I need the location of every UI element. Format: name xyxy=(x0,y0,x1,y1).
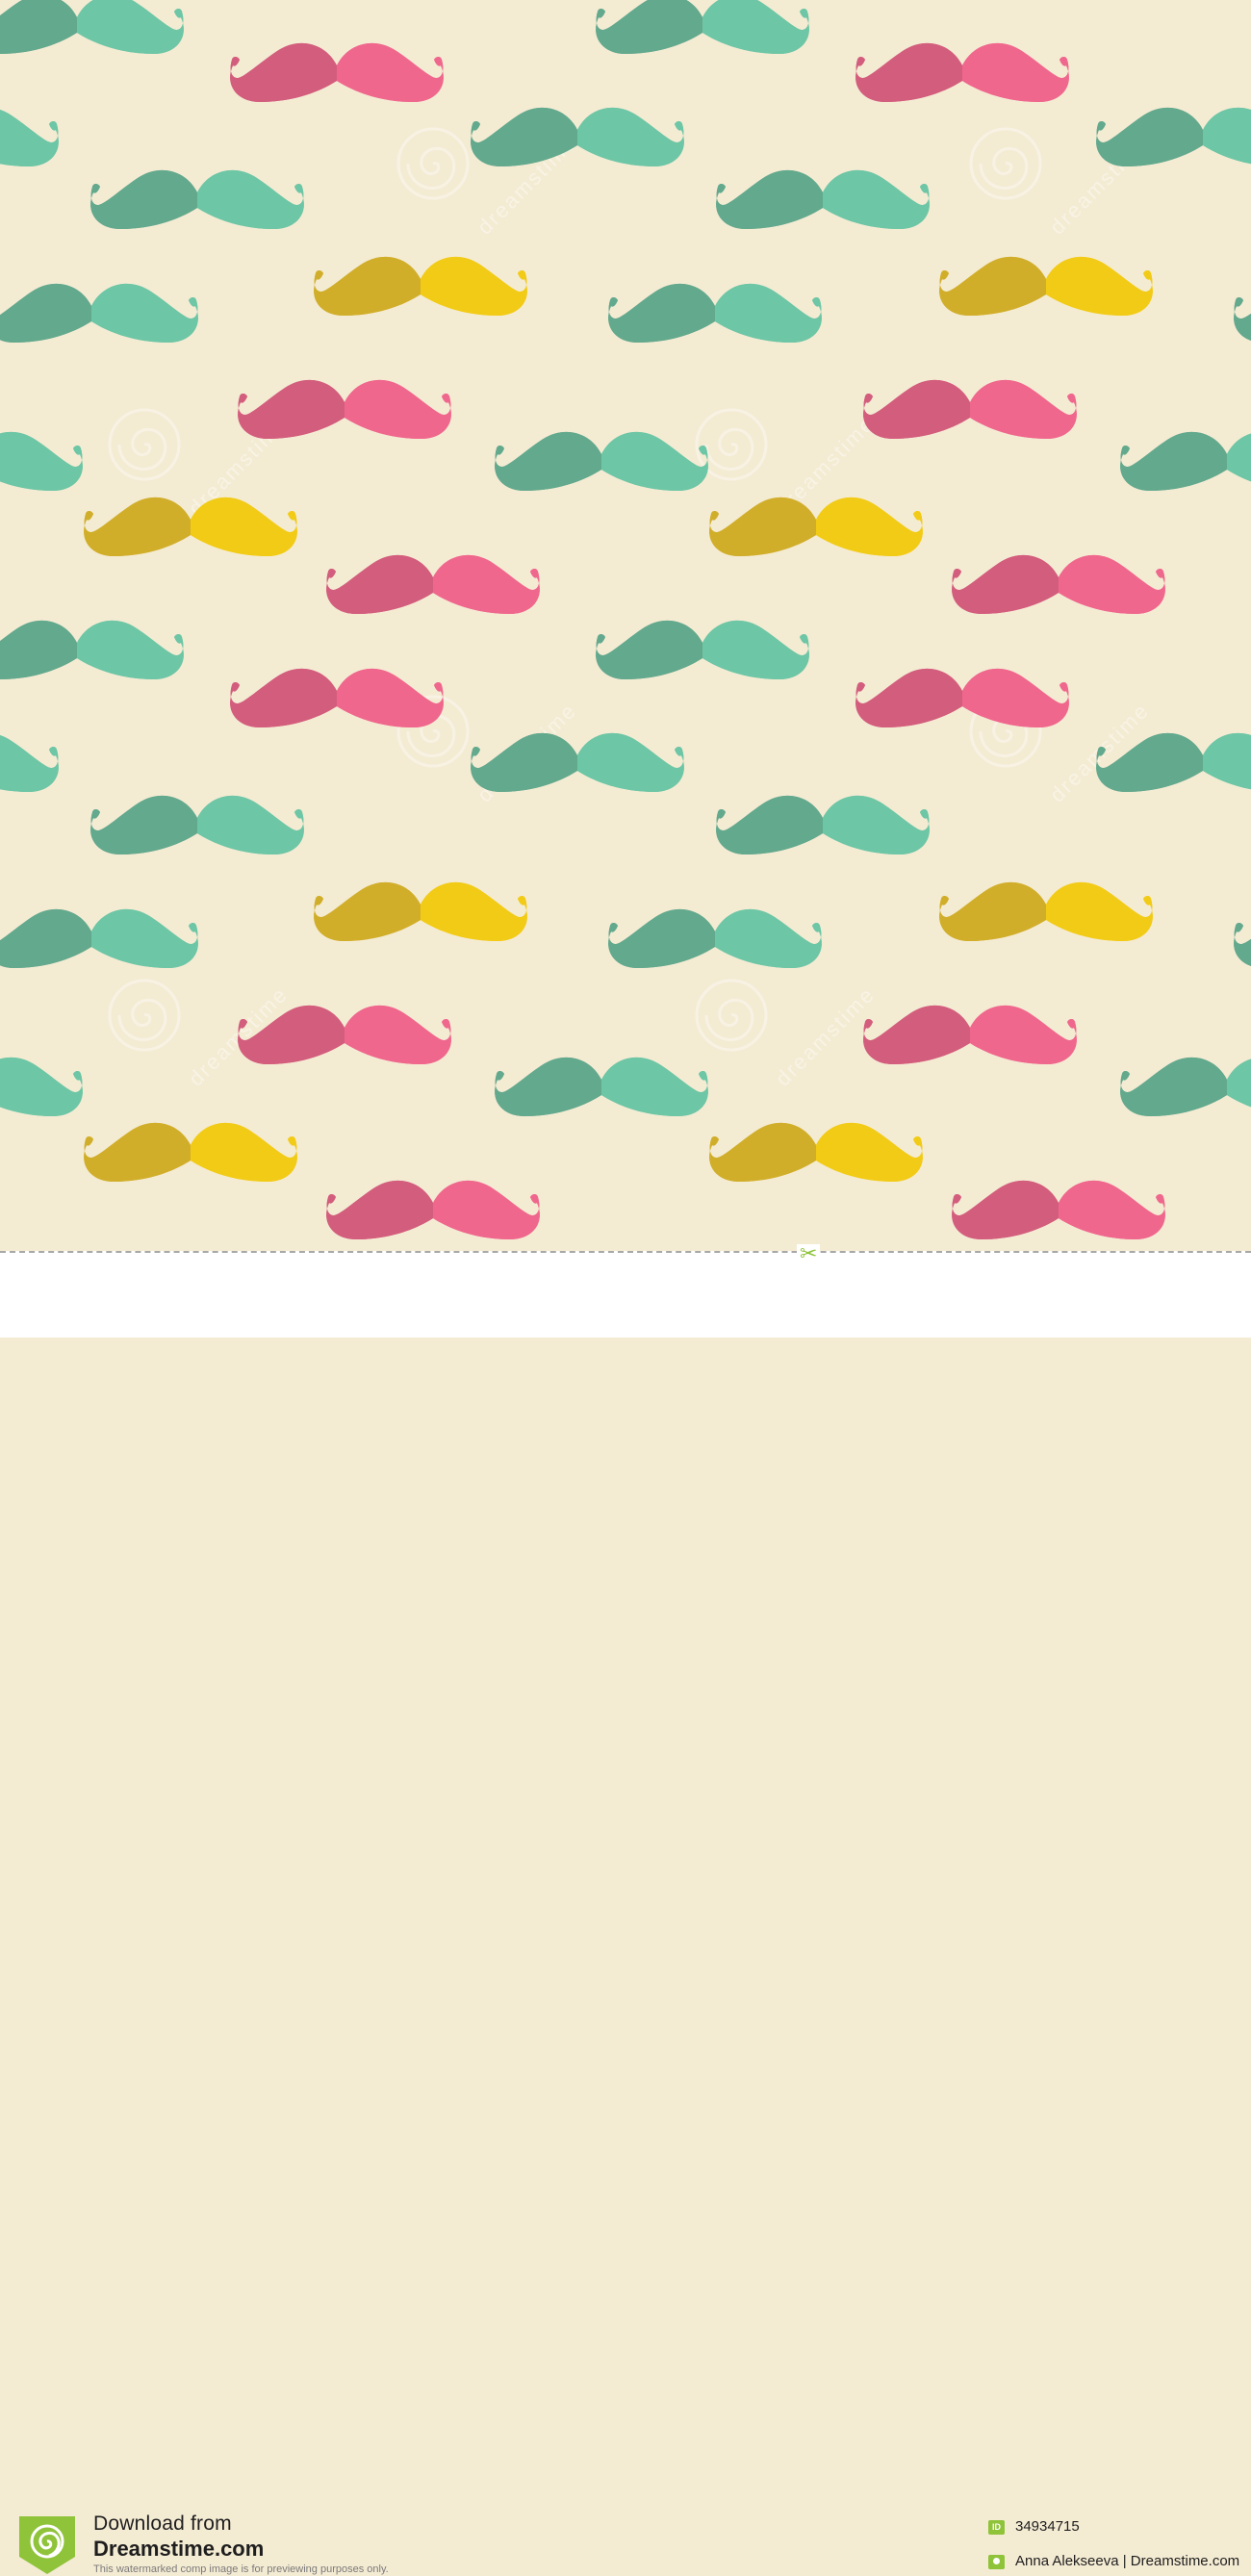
download-label: Download from xyxy=(93,2512,232,2535)
watermark-disclaimer: This watermarked comp image is for previ… xyxy=(93,2563,389,2575)
mustache-pattern: dreamstime dreamstimedreamstime dreamstime… xyxy=(0,0,1251,1251)
site-label: Dreamstime.com xyxy=(93,2537,265,2561)
author-credit: Anna Alekseeva | Dreamstime.com xyxy=(1015,2553,1240,2569)
image-id: 34934715 xyxy=(1015,2518,1080,2535)
download-footer: Download from Dreamstime.com This waterm… xyxy=(0,1251,1251,2575)
id-badge: ID xyxy=(988,2520,1005,2535)
dreamstime-logo-icon xyxy=(19,2516,75,2574)
scissors-icon: ✂ xyxy=(797,1244,821,1265)
cut-line xyxy=(0,1251,1251,1253)
author-icon xyxy=(988,2555,1005,2569)
